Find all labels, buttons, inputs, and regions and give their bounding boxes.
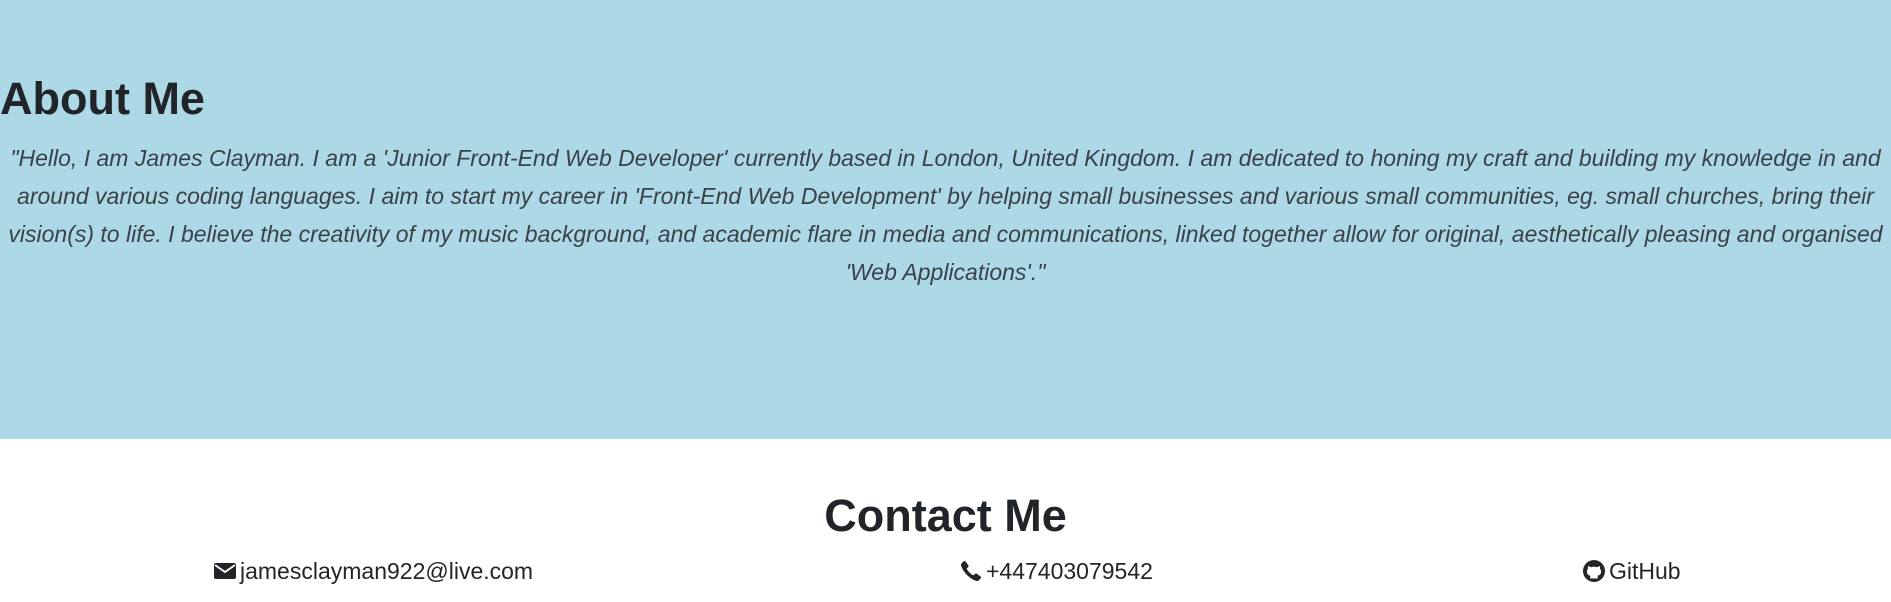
phone-label: +447403079542 [986,557,1153,584]
phone-icon [959,559,983,583]
email-label: jamesclayman922@live.com [240,557,534,584]
github-label: GitHub [1609,557,1681,584]
contact-section: Contact Me jamesclayman922@live.com +447… [0,439,1891,602]
about-text: "Hello, I am James Clayman. I am a 'Juni… [8,145,1883,285]
about-heading: About Me [0,73,205,124]
github-link[interactable]: GitHub [1582,556,1681,586]
phone-link[interactable]: +447403079542 [959,556,1153,586]
about-section: About Me "Hello, I am James Clayman. I a… [0,0,1891,439]
contact-heading: Contact Me [824,490,1067,541]
email-link[interactable]: jamesclayman922@live.com [213,556,533,586]
envelope-icon [213,559,237,583]
github-icon [1582,559,1606,583]
